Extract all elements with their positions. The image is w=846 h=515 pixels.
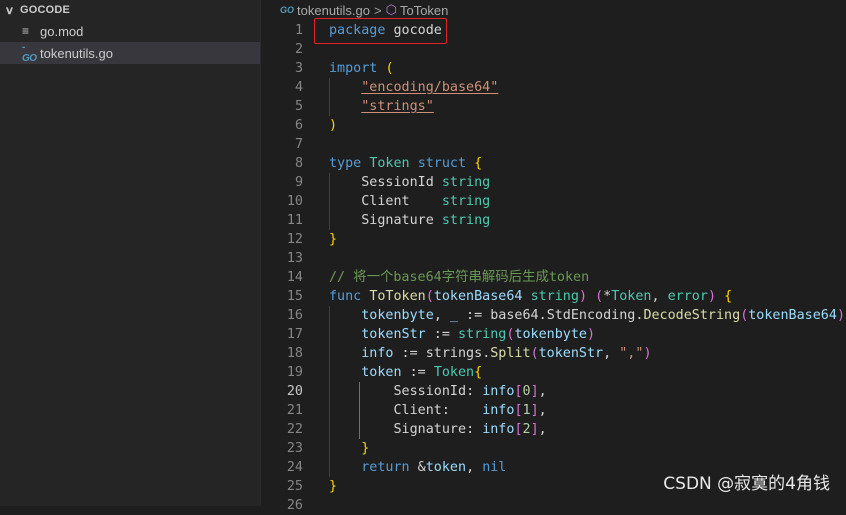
code-text: "strings"	[361, 99, 434, 114]
code-text: token := Token{	[361, 365, 483, 380]
code-line[interactable]: 14 // 将一个base64字符串解码后生成token	[262, 268, 846, 287]
code-line[interactable]: 4 "encoding/base64"	[262, 78, 846, 97]
line-number: 8	[294, 156, 303, 171]
code-text: tokenStr := string(tokenbyte)	[361, 327, 596, 342]
line-number: 16	[286, 308, 303, 323]
indent-guide	[329, 306, 330, 477]
code-text: SessionId string	[361, 175, 491, 190]
code-text: SessionId: info[0],	[393, 384, 547, 399]
code-line[interactable]: 6)	[262, 116, 846, 135]
code-line[interactable]: 18 info := strings.Split(tokenStr, ",")	[262, 344, 846, 363]
watermark: CSDN @寂寞的4角钱	[663, 474, 830, 494]
file-item-go-mod[interactable]: ≡ go.mod	[0, 20, 260, 42]
go-mod-file-icon: ≡	[22, 24, 30, 38]
code-line[interactable]: 17 tokenStr := string(tokenbyte)	[262, 325, 846, 344]
line-number: 17	[286, 327, 303, 342]
code-text: Signature: info[2],	[393, 422, 547, 437]
line-number: 7	[294, 137, 303, 152]
code-text: info := strings.Split(tokenStr, ",")	[361, 346, 652, 361]
line-number: 12	[286, 232, 303, 247]
go-file-icon: GO	[280, 5, 295, 15]
code-line[interactable]: 11 Signature string	[262, 211, 846, 230]
code-line[interactable]: 7	[262, 135, 846, 154]
code-text: }	[329, 232, 338, 247]
line-number: 14	[286, 270, 303, 285]
code-line[interactable]: 16 tokenbyte, _ := base64.StdEncoding.De…	[262, 306, 846, 325]
line-number: 6	[294, 118, 303, 133]
code-text: )	[329, 118, 338, 133]
breadcrumb-file[interactable]: tokenutils.go	[297, 3, 370, 18]
code-text: Client: info[1],	[393, 403, 547, 418]
line-number: 3	[294, 61, 303, 76]
code-text: Signature string	[361, 213, 491, 228]
folder-gocode[interactable]: ∨ GOCODE	[0, 0, 260, 20]
code-text: }	[361, 441, 370, 456]
code-text: type Token struct {	[329, 156, 483, 171]
code-line[interactable]: 19 token := Token{	[262, 363, 846, 382]
code-editor[interactable]: 1 package gocode 2 3 import (4 "encoding/bas…	[262, 20, 846, 513]
line-number: 9	[294, 175, 303, 190]
line-number: 20	[286, 384, 303, 399]
file-item-tokenutils[interactable]: -GO tokenutils.go	[0, 42, 260, 64]
line-number: 25	[286, 479, 303, 494]
code-text: // 将一个base64字符串解码后生成token	[329, 270, 590, 285]
code-line[interactable]: 13	[262, 249, 846, 268]
line-number: 5	[294, 99, 303, 114]
breadcrumb: GO tokenutils.go > ⬡ ToToken	[262, 0, 846, 20]
line-number: 11	[286, 213, 303, 228]
annotation-highlight-box	[314, 18, 447, 44]
line-number: 22	[286, 422, 303, 437]
line-number: 10	[286, 194, 303, 209]
code-line[interactable]: 20 SessionId: info[0],	[262, 382, 846, 401]
file-name: go.mod	[40, 23, 84, 39]
indent-guide	[359, 382, 361, 439]
line-number: 19	[286, 365, 303, 380]
breadcrumb-separator-icon: >	[374, 2, 382, 18]
breadcrumb-symbol[interactable]: ToToken	[400, 3, 448, 18]
line-number: 2	[294, 42, 303, 57]
line-number: 18	[286, 346, 303, 361]
file-name: tokenutils.go	[40, 45, 113, 61]
line-number: 21	[286, 403, 303, 418]
chevron-down-icon: ∨	[4, 4, 15, 17]
line-number: 13	[286, 251, 303, 266]
code-line[interactable]: 15 func ToToken(tokenBase64 string) (*Tok…	[262, 287, 846, 306]
line-number: 4	[294, 80, 303, 95]
code-text: import (	[329, 61, 394, 76]
code-text: func ToToken(tokenBase64 string) (*Token…	[329, 289, 733, 304]
line-number: 15	[286, 289, 303, 304]
code-line[interactable]: 22 Signature: info[2],	[262, 420, 846, 439]
code-line[interactable]: 5 "strings"	[262, 97, 846, 116]
code-line[interactable]: 21 Client: info[1],	[262, 401, 846, 420]
code-text: return &token, nil	[361, 460, 507, 475]
code-line[interactable]: 3 import (	[262, 59, 846, 78]
line-number: 24	[286, 460, 303, 475]
code-line[interactable]: 9 SessionId string	[262, 173, 846, 192]
code-text: tokenbyte, _ := base64.StdEncoding.Decod…	[361, 308, 845, 323]
line-number: 23	[286, 441, 303, 456]
code-line[interactable]: 10 Client string	[262, 192, 846, 211]
symbol-cube-icon: ⬡	[385, 2, 397, 17]
indent-guide	[329, 173, 330, 230]
go-file-icon: -GO	[22, 42, 37, 64]
indent-guide	[329, 78, 330, 116]
code-line[interactable]: 8 type Token struct {	[262, 154, 846, 173]
code-text: Client string	[361, 194, 491, 209]
code-line[interactable]: 12}	[262, 230, 846, 249]
code-text: }	[329, 479, 338, 494]
code-text: "encoding/base64"	[361, 80, 499, 95]
explorer-sidebar: ∨ GOCODE ≡ go.mod -GO tokenutils.go	[0, 0, 261, 506]
code-line[interactable]: 23 }	[262, 439, 846, 458]
folder-name: GOCODE	[20, 4, 71, 16]
line-number: 1	[294, 23, 303, 38]
